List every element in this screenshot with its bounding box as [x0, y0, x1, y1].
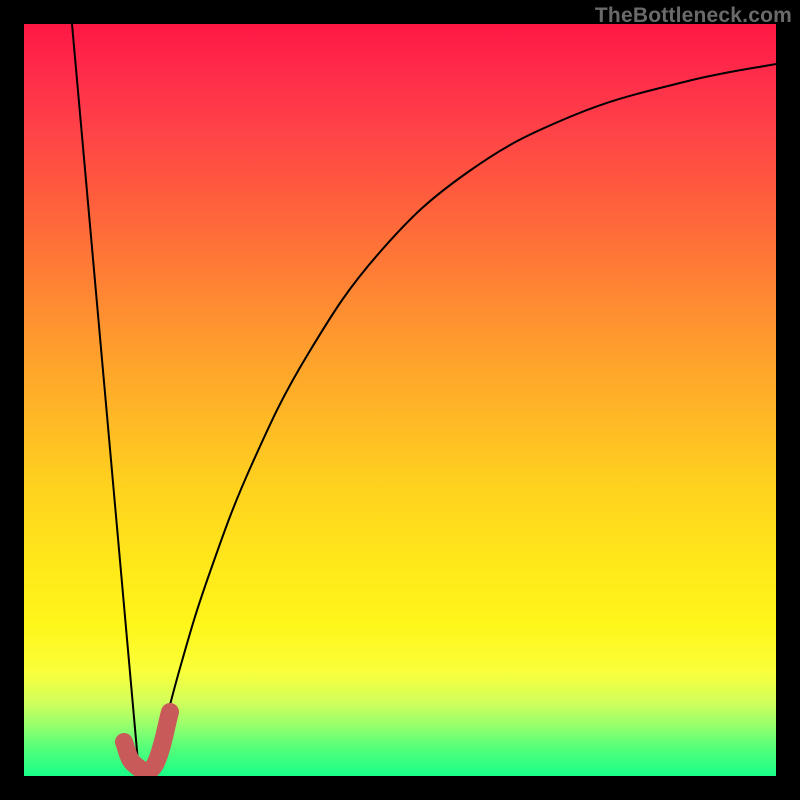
plot-lines-layer: [24, 24, 776, 776]
chart-frame: TheBottleneck.com: [0, 0, 800, 800]
plot-area: [24, 24, 776, 776]
minimum-marker-j: [124, 712, 170, 771]
watermark-text: TheBottleneck.com: [595, 4, 792, 28]
right-ascending-curve: [154, 64, 776, 768]
left-descent-line: [72, 24, 138, 762]
